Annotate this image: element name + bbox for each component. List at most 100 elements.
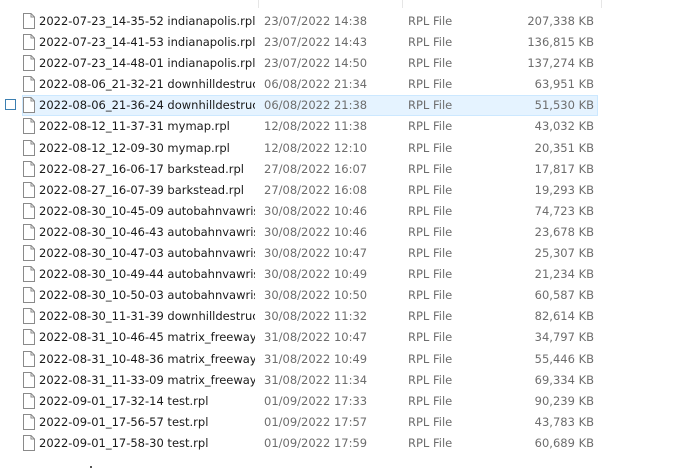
file-name[interactable]: 2022-08-30_11-31-39 downhilldestruct... [39,306,255,327]
date-modified: 31/08/2022 10:47 [264,330,368,345]
file-size: 82,614 KB [534,309,594,324]
date-modified: 12/08/2022 12:10 [264,140,368,155]
file-row[interactable]: 2022-08-27_16-07-39 barkstead.rpl 27/08/… [0,180,691,201]
checkbox-icon[interactable] [5,99,16,111]
document-icon [23,97,35,114]
file-row[interactable]: 2022-08-30_11-31-39 downhilldestruct... … [0,306,691,327]
document-icon [23,434,35,451]
file-name[interactable]: 2022-08-06_21-36-24 downhilldestruct... [39,95,255,116]
column-divider-type[interactable] [402,0,403,8]
document-icon [23,13,35,29]
file-size: 60,689 KB [534,435,594,450]
date-modified: 27/08/2022 16:08 [264,182,368,197]
document-icon [23,371,35,388]
document-icon [23,160,35,177]
file-row[interactable]: 2022-09-01_17-56-57 test.rpl 01/09/2022 … [0,412,691,433]
file-row[interactable]: 2022-08-30_10-47-03 autobahnvawriss... 3… [0,243,691,264]
file-size: 63,951 KB [534,77,594,92]
file-size: 20,351 KB [534,140,594,155]
document-icon [23,350,35,367]
file-size: 136,815 KB [527,35,594,50]
file-row[interactable]: 2022-08-30_10-45-09 autobahnvawriss... 3… [0,201,691,222]
document-icon [23,76,35,93]
file-name[interactable]: 2022-08-31_10-48-36 matrix_freeway.rpl [39,349,255,370]
file-row[interactable]: 2022-08-31_11-33-09 matrix_freeway.rpl 3… [0,370,691,391]
date-modified: 12/08/2022 11:38 [264,119,368,134]
file-row[interactable]: 2022-07-23_14-35-52 indianapolis.rpl 23/… [0,11,691,32]
file-name[interactable]: 2022-08-30_10-50-03 autobahnvawriss... [39,285,255,306]
file-row[interactable]: 2022-08-31_10-46-45 matrix_freeway.rpl 3… [0,327,691,348]
file-name[interactable]: 2022-09-01_17-56-57 test.rpl [39,412,255,433]
file-row[interactable]: 2022-07-23_14-48-01 indianapolis.rpl 23/… [0,53,691,74]
file-row[interactable]: 2022-09-01_17-32-14 test.rpl 01/09/2022 … [0,391,691,412]
file-name[interactable]: 2022-08-27_16-07-39 barkstead.rpl [39,180,255,201]
file-name[interactable]: 2022-08-12_12-09-30 mymap.rpl [39,138,255,159]
column-divider-modified[interactable] [258,0,259,8]
file-row[interactable]: 2022-08-31_10-48-36 matrix_freeway.rpl 3… [0,349,691,370]
file-size: 23,678 KB [534,224,594,239]
file-row[interactable]: 2022-08-06_21-36-24 downhilldestruct... … [0,95,691,117]
file-size: 25,307 KB [534,246,594,261]
file-name[interactable]: 2022-07-23_14-48-01 indianapolis.rpl [39,53,255,74]
date-modified: 06/08/2022 21:34 [264,77,368,92]
document-icon [23,266,35,283]
file-size: 60,587 KB [534,288,594,303]
file-size: 51,530 KB [534,98,594,113]
file-name[interactable]: 2022-09-01_17-32-14 test.rpl [39,391,255,412]
document-icon [23,392,35,409]
document-icon [23,181,35,198]
file-name[interactable]: 2022-08-31_11-33-09 matrix_freeway.rpl [39,370,255,391]
document-icon [23,329,35,346]
file-name[interactable]: 2022-08-30_10-49-44 autobahnvawriss... [39,264,255,285]
date-modified: 30/08/2022 10:50 [264,288,368,303]
document-icon [23,245,35,262]
file-size: 207,338 KB [527,14,594,28]
file-name[interactable]: 2022-08-30_10-46-43 autobahnvawriss... [39,222,255,243]
file-row[interactable]: 2022-08-30_10-46-43 autobahnvawriss... 3… [0,222,691,243]
file-size: 21,234 KB [534,267,594,282]
file-size: 43,783 KB [534,414,594,429]
document-icon [23,287,35,304]
file-size: 137,274 KB [527,56,594,71]
file-size: 43,032 KB [534,119,594,134]
file-row[interactable]: 2022-08-27_16-06-17 barkstead.rpl 27/08/… [0,159,691,180]
date-modified: 30/08/2022 10:46 [264,203,368,218]
column-divider-size[interactable] [601,0,602,8]
file-row[interactable]: 2022-08-06_21-32-21 downhilldestruct... … [0,74,691,95]
file-name[interactable]: 2022-08-30_10-45-09 autobahnvawriss... [39,201,255,222]
date-modified: 06/08/2022 21:38 [264,98,368,113]
date-modified: 31/08/2022 11:34 [264,372,368,387]
date-modified: 01/09/2022 17:57 [264,414,368,429]
document-icon [23,202,35,219]
file-row[interactable]: 2022-07-23_14-41-53 indianapolis.rpl 23/… [0,32,691,53]
file-size: 34,797 KB [534,330,594,345]
date-modified: 23/07/2022 14:50 [264,56,368,71]
file-name[interactable]: 2022-07-23_14-41-53 indianapolis.rpl [39,32,255,53]
date-modified: 01/09/2022 17:59 [264,435,368,450]
file-name[interactable]: 2022-08-06_21-32-21 downhilldestruct... [39,74,255,95]
date-modified: 27/08/2022 16:07 [264,161,368,176]
date-modified: 30/08/2022 11:32 [264,309,368,324]
file-name[interactable]: 2022-09-01_17-58-30 test.rpl [39,433,255,454]
file-size: 55,446 KB [534,351,594,366]
document-icon [23,413,35,430]
file-size: 19,293 KB [534,182,594,197]
date-modified: 23/07/2022 14:38 [264,14,368,28]
file-row[interactable]: 2022-08-12_11-37-31 mymap.rpl 12/08/2022… [0,116,691,137]
file-name[interactable]: 2022-08-31_10-46-45 matrix_freeway.rpl [39,327,255,348]
file-row[interactable]: 2022-08-30_10-49-44 autobahnvawriss... 3… [0,264,691,285]
document-icon [23,118,35,135]
file-row[interactable]: 2022-08-30_10-50-03 autobahnvawriss... 3… [0,285,691,306]
file-row[interactable]: 2022-08-12_12-09-30 mymap.rpl 12/08/2022… [0,138,691,159]
document-icon [23,139,35,156]
file-row[interactable]: 2022-09-01_17-58-30 test.rpl 01/09/2022 … [0,433,691,454]
document-icon [23,55,35,72]
document-icon [23,308,35,325]
file-name[interactable]: 2022-08-12_11-37-31 mymap.rpl [39,116,255,137]
document-icon [23,34,35,51]
file-name[interactable]: 2022-08-27_16-06-17 barkstead.rpl [39,159,255,180]
file-name[interactable]: 2022-07-23_14-35-52 indianapolis.rpl [39,11,255,32]
file-name[interactable]: 2022-08-30_10-47-03 autobahnvawriss... [39,243,255,264]
date-modified: 30/08/2022 10:46 [264,224,368,239]
date-modified: 30/08/2022 10:47 [264,246,368,261]
